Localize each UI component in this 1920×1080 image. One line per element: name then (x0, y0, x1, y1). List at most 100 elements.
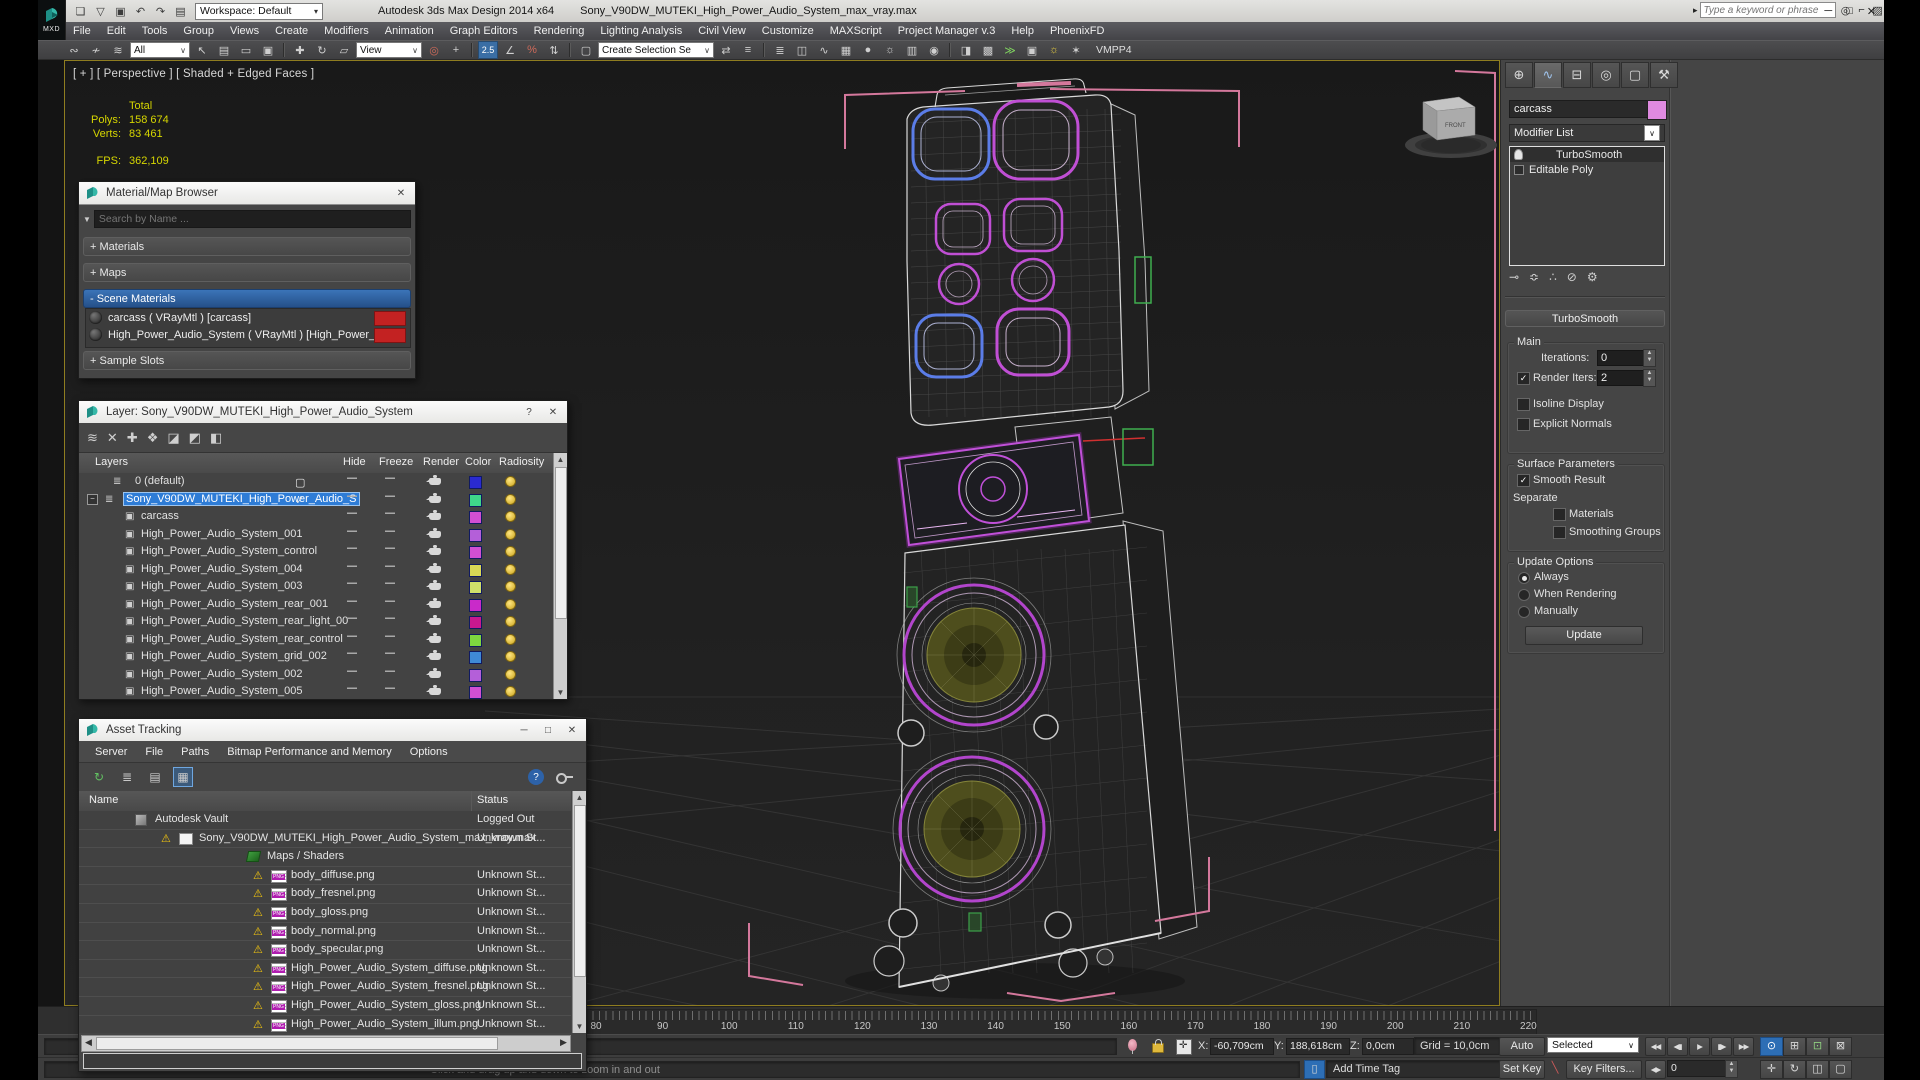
radio-manually[interactable] (1518, 606, 1530, 618)
asset-row-maps-shaders[interactable]: Maps / Shaders (79, 848, 571, 867)
object-name-field[interactable]: carcass (1509, 100, 1651, 118)
menu-civil-view[interactable]: Civil View (690, 22, 753, 40)
orbit-icon[interactable]: ↻ (1783, 1060, 1806, 1079)
hide-toggle[interactable]: ▬▬ (347, 668, 357, 674)
layer-color-swatch[interactable] (469, 633, 482, 647)
add-time-tag-field[interactable]: Add Time Tag (1326, 1060, 1502, 1078)
close-button[interactable]: ✕ (1867, 5, 1876, 18)
time-tag-icon[interactable]: ▯ (1304, 1060, 1325, 1079)
freeze-toggle[interactable]: ▬▬ (385, 528, 395, 534)
frame-spin-buttons[interactable]: ▲ ▼ (1725, 1060, 1738, 1078)
freeze-toggle[interactable]: ▬▬ (385, 668, 395, 674)
freeze-toggle[interactable]: ▬▬ (385, 563, 395, 569)
asset-row-high-power-audio-system-fresnel-png[interactable]: ⚠ High_Power_Audio_System_fresnel.pngUnkn… (79, 978, 571, 997)
radiosity-lamp-icon[interactable] (505, 616, 516, 627)
render-teapot-icon[interactable] (426, 545, 441, 555)
scroll-up-icon[interactable]: ▲ (554, 453, 567, 466)
column-header-layers[interactable]: Layers (95, 456, 128, 468)
menu-rendering[interactable]: Rendering (526, 22, 593, 40)
turbosmooth-rollout-header[interactable]: TurboSmooth (1505, 310, 1665, 327)
material-editor-icon[interactable]: ● (858, 41, 878, 59)
window-crossing-icon[interactable]: ▣ (258, 41, 278, 59)
next-frame-button[interactable]: ▮▶ (1711, 1037, 1732, 1056)
asset-row-high-power-audio-system-diffuse-png[interactable]: ⚠ High_Power_Audio_System_diffuse.pngUnkn… (79, 960, 571, 979)
material-group-materials[interactable]: + Materials (83, 237, 411, 256)
keyword-search-input[interactable] (1699, 2, 1836, 18)
helmet-icon[interactable]: ◨ (956, 41, 976, 59)
layer-color-swatch[interactable] (469, 563, 482, 577)
scroll-down-icon[interactable]: ▼ (554, 686, 567, 699)
smoothing-groups-checkbox[interactable] (1553, 526, 1566, 539)
asset-tracking-title-bar[interactable]: Asset Tracking ─ □ ✕ (79, 719, 586, 742)
hide-toggle[interactable]: ▬▬ (347, 563, 357, 569)
layer-row-high-power-audio-system-001[interactable]: ▣ High_Power_Audio_System_001 ▬▬ ▬▬ (79, 526, 553, 544)
layer-row-high-power-audio-system-004[interactable]: ▣ High_Power_Audio_System_004 ▬▬ ▬▬ (79, 561, 553, 579)
hide-toggle[interactable]: ▬▬ (347, 685, 357, 691)
asset-row-body-diffuse-png[interactable]: ⚠ body_diffuse.png Unknown St... (79, 867, 571, 886)
select-and-move-icon[interactable]: ✚ (290, 41, 310, 59)
freeze-toggle[interactable]: ▬▬ (385, 545, 395, 551)
layer-tool-0-icon[interactable]: ≋ (87, 430, 98, 446)
expander-icon[interactable]: − (87, 493, 98, 505)
freeze-toggle[interactable]: ▬▬ (385, 633, 395, 639)
select-and-scale-icon[interactable]: ▱ (334, 41, 354, 59)
layer-color-swatch[interactable] (469, 511, 482, 524)
configure-modifier-sets-icon[interactable]: ⚙ (1587, 270, 1598, 284)
max-logo-button[interactable]: MXD (38, 0, 66, 40)
y-coordinate-field[interactable]: 188,618cm (1286, 1038, 1350, 1055)
radiosity-lamp-icon[interactable] (505, 528, 516, 540)
auto-key-button[interactable]: Auto Key (1499, 1037, 1545, 1069)
menu-phoenixfd[interactable]: PhoenixFD (1042, 22, 1112, 40)
layer-tool-4-icon[interactable]: ◪ (167, 430, 179, 446)
hide-toggle[interactable]: ▬▬ (347, 633, 357, 639)
layer-vertical-scrollbar[interactable]: ▲ ▼ (553, 453, 567, 699)
asset-menu-bitmap-performance-and-memory[interactable]: Bitmap Performance and Memory (219, 743, 399, 761)
radio-when-rendering[interactable] (1518, 589, 1530, 601)
modifier-bulb-icon[interactable] (1514, 149, 1523, 160)
stack-item-editable-poly[interactable]: Editable Poly (1510, 162, 1664, 177)
search-expand-icon[interactable]: ▸ (1693, 5, 1698, 16)
hide-toggle[interactable]: ▬▬ (347, 580, 357, 586)
close-icon[interactable]: ✕ (393, 186, 409, 201)
asset-row-sony-v90dw-muteki-high-power-audio-system-max-vray-max[interactable]: ⚠ Sony_V90DW_MUTEKI_High_Power_Audio_Syst… (79, 830, 571, 849)
material-list-item[interactable]: carcass ( VRayMtl ) [carcass] (86, 309, 410, 326)
modifier-stack[interactable]: TurboSmooth Editable Poly (1509, 146, 1665, 266)
layer-row-high-power-audio-system-control[interactable]: ▣ High_Power_Audio_System_control ▬▬ ▬▬ (79, 543, 553, 561)
layer-tool-5-icon[interactable]: ◩ (189, 430, 201, 446)
menu-maxscript[interactable]: MAXScript (822, 22, 890, 40)
asset-row-body-normal-png[interactable]: ⚠ body_normal.png Unknown St... (79, 923, 571, 942)
select-and-rotate-icon[interactable]: ↻ (312, 41, 332, 59)
asset-menu-file[interactable]: File (137, 743, 171, 761)
render-teapot-icon[interactable] (426, 475, 441, 485)
refresh-icon[interactable]: ↻ (89, 767, 109, 787)
menu-file[interactable]: File (65, 22, 99, 40)
tab-modify[interactable]: ∿ (1534, 62, 1562, 88)
minimize-icon[interactable]: ─ (516, 723, 532, 738)
spinner-snap-icon[interactable]: ⇅ (544, 41, 564, 59)
isoline-display-checkbox[interactable] (1517, 398, 1530, 411)
scroll-down-icon[interactable]: ▼ (573, 1020, 586, 1033)
hide-toggle[interactable]: ▬▬ (347, 493, 357, 499)
radiosity-lamp-icon[interactable] (505, 546, 516, 557)
go-to-end-button[interactable]: ▶▶ (1733, 1037, 1754, 1056)
menu-modifiers[interactable]: Modifiers (316, 22, 377, 40)
render-iters-spinner[interactable]: 2 (1597, 370, 1647, 386)
pin-stack-icon[interactable]: ⊸ (1509, 270, 1519, 284)
layer-row-high-power-audio-system-005[interactable]: ▣ High_Power_Audio_System_005 ▬▬ ▬▬ (79, 683, 553, 699)
zoom-extents-all-icon[interactable]: ⊠ (1829, 1037, 1852, 1056)
set-key-mode-icon[interactable]: ╲ (1547, 1060, 1563, 1077)
help-icon[interactable]: ? (521, 405, 537, 420)
column-header-freeze[interactable]: Freeze (379, 456, 413, 468)
asset-row-body-fresnel-png[interactable]: ⚠ body_fresnel.png Unknown St... (79, 885, 571, 904)
preview-window-icon[interactable]: ▩ (978, 41, 998, 59)
radiosity-lamp-icon[interactable] (505, 668, 516, 680)
star-bone-icon[interactable]: ✶ (1066, 41, 1086, 59)
layer-tool-1-icon[interactable]: ✕ (107, 430, 118, 446)
undo-icon[interactable]: ↶ (132, 4, 149, 19)
current-layer-box-icon[interactable]: ▢ (295, 476, 305, 489)
pan-view-icon[interactable]: ✛ (1760, 1060, 1783, 1079)
scene-materials-header[interactable]: - Scene Materials (83, 289, 411, 308)
render-teapot-icon[interactable] (426, 492, 441, 503)
material-group-maps[interactable]: + Maps (83, 263, 411, 282)
rendered-frame-icon[interactable]: ▥ (902, 41, 922, 59)
